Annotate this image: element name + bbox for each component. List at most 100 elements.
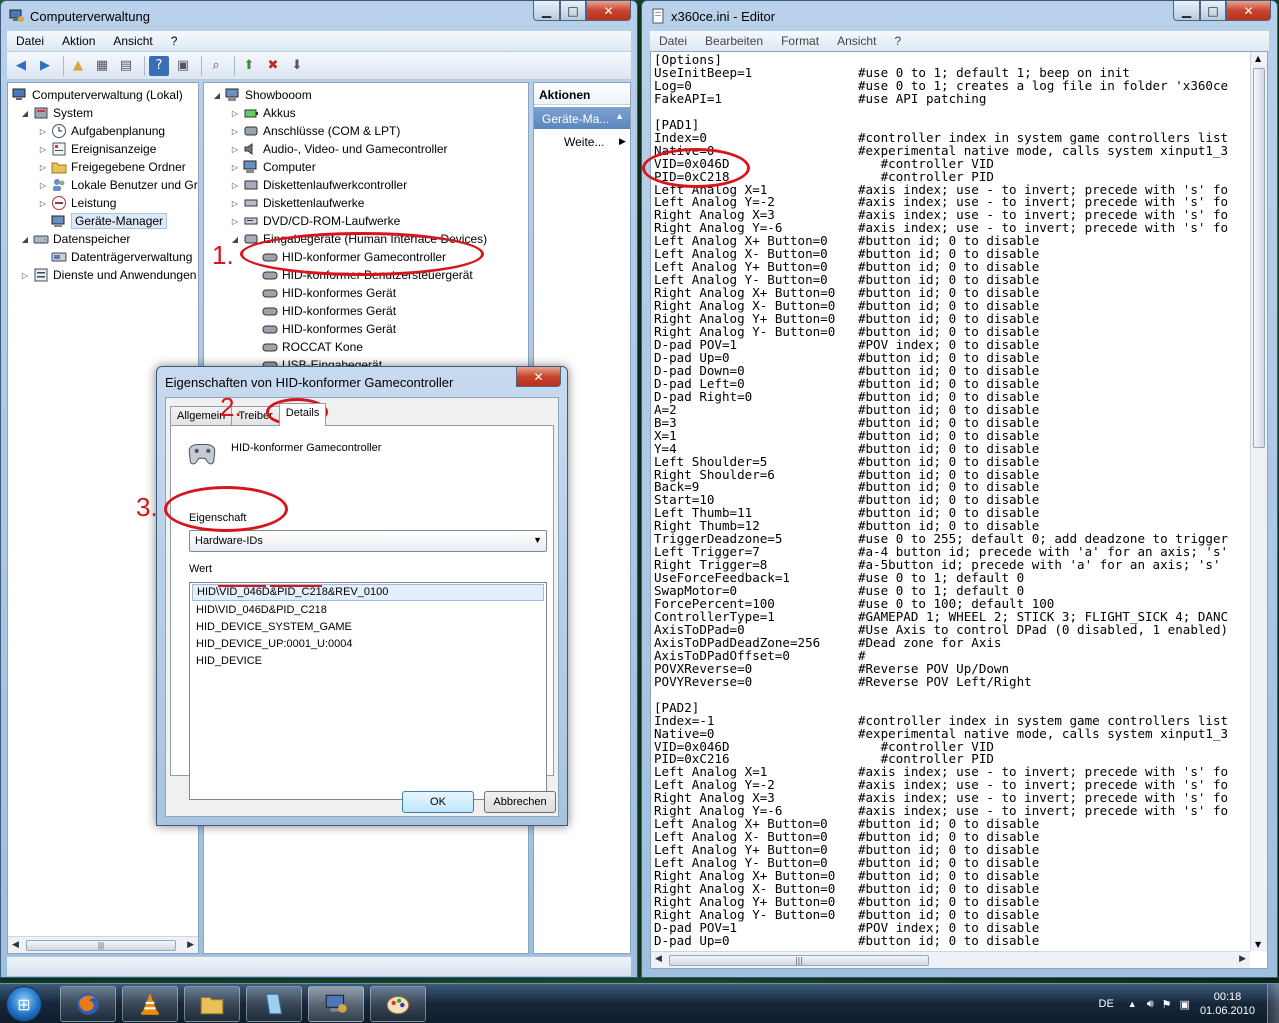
- scroll-left-arrow-icon[interactable]: ◀: [12, 939, 19, 950]
- tab-details[interactable]: Details: [278, 403, 327, 426]
- device-category-akkus[interactable]: ▷ Akkus: [230, 104, 296, 122]
- expand-triangle-icon[interactable]: ◢: [20, 109, 30, 118]
- expand-triangle-icon[interactable]: ▷: [230, 181, 240, 190]
- text-editor[interactable]: [Options] UseInitBeep=1 #use 0 to 1; def…: [650, 51, 1268, 969]
- expand-triangle-icon[interactable]: ▷: [230, 163, 240, 172]
- close-button[interactable]: ✕: [1226, 1, 1271, 21]
- tree-item-leistung[interactable]: ▷ Leistung: [38, 194, 116, 212]
- export-list-icon[interactable]: ▤: [116, 56, 136, 76]
- expand-triangle-icon[interactable]: ▷: [230, 217, 240, 226]
- expand-triangle-icon[interactable]: ▷: [38, 145, 48, 154]
- menu-help[interactable]: ?: [885, 34, 910, 48]
- expand-triangle-icon[interactable]: ▷: [230, 127, 240, 136]
- list-item[interactable]: HID\VID_046D&PID_C218: [190, 602, 546, 619]
- horizontal-scrollbar[interactable]: ◀ ||| ▶: [8, 936, 198, 953]
- tree-item-system[interactable]: ◢ System: [20, 104, 93, 122]
- show-action-pane-icon[interactable]: ▣: [173, 56, 193, 76]
- volume-icon[interactable]: 🔊︎: [1147, 998, 1154, 1011]
- scroll-up-arrow-icon[interactable]: ▲: [1255, 54, 1261, 63]
- tree-item-lokale-benutzer[interactable]: ▷ Lokale Benutzer und Gr: [38, 176, 198, 194]
- value-listbox[interactable]: HID\VID_046D&PID_C218&REV_0100 HID\VID_0…: [189, 582, 547, 800]
- menu-datei[interactable]: Datei: [650, 34, 696, 48]
- menu-format[interactable]: Format: [772, 34, 828, 48]
- device-category-floppy-drives[interactable]: ▷ Diskettenlaufwerke: [230, 194, 364, 212]
- expand-triangle-icon[interactable]: ▷: [38, 127, 48, 136]
- show-hide-tree-icon[interactable]: ▦: [92, 56, 112, 76]
- scroll-right-arrow-icon[interactable]: ▶: [187, 939, 194, 950]
- scrollbar-thumb[interactable]: |||: [669, 955, 929, 966]
- scrollbar-thumb[interactable]: [1253, 68, 1265, 448]
- menu-help[interactable]: ?: [162, 34, 187, 48]
- device-tree-root[interactable]: ◢ Showbooom: [212, 86, 312, 104]
- device-category-audio-video[interactable]: ▷ Audio-, Video- und Gamecontroller: [230, 140, 448, 158]
- tree-item-freigegebene-ordner[interactable]: ▷ Freigegebene Ordner: [38, 158, 186, 176]
- collapse-arrow-icon[interactable]: ▲: [615, 111, 624, 121]
- property-select[interactable]: Hardware-IDs ▼: [189, 530, 547, 552]
- device-category-computer[interactable]: ▷ Computer: [230, 158, 316, 176]
- dialog-close-button[interactable]: ✕: [516, 367, 561, 387]
- show-desktop-button[interactable]: [1267, 984, 1279, 1023]
- device-roccat-kone[interactable]: ROCCAT Kone: [262, 338, 363, 356]
- show-hidden-icons-icon[interactable]: ▲: [1128, 999, 1137, 1009]
- help-icon[interactable]: ?: [149, 55, 169, 76]
- tree-item-dienste-anwendungen[interactable]: ▷ Dienste und Anwendungen: [20, 266, 197, 284]
- back-arrow-icon[interactable]: ◀: [11, 56, 31, 76]
- expand-triangle-icon[interactable]: ◢: [20, 235, 30, 244]
- list-item[interactable]: HID_DEVICE_SYSTEM_GAME: [190, 619, 546, 636]
- disable-device-icon[interactable]: ⬇: [287, 56, 307, 76]
- scrollbar-thumb[interactable]: |||: [26, 940, 176, 951]
- device-category-ports[interactable]: ▷ Anschlüsse (COM & LPT): [230, 122, 400, 140]
- tree-item-geraete-manager[interactable]: Geräte-Manager: [51, 212, 168, 230]
- device-hid-geraet-3[interactable]: HID-konformes Gerät: [262, 320, 396, 338]
- vertical-scrollbar[interactable]: ▲ ▼: [1250, 52, 1267, 951]
- scroll-left-arrow-icon[interactable]: ◀: [655, 954, 662, 964]
- expand-triangle-icon[interactable]: ▷: [230, 145, 240, 154]
- minimize-button[interactable]: ▁: [533, 1, 560, 21]
- list-item[interactable]: HID_DEVICE: [190, 653, 546, 670]
- menu-datei[interactable]: Datei: [7, 34, 53, 48]
- actions-more[interactable]: Weite... ▶: [564, 135, 626, 149]
- ok-button[interactable]: OK: [402, 791, 474, 813]
- expand-triangle-icon[interactable]: ◢: [212, 91, 222, 100]
- uninstall-icon[interactable]: ✖: [263, 56, 283, 76]
- tree-item-computerverwaltung[interactable]: Computerverwaltung (Lokal): [12, 86, 183, 104]
- expand-triangle-icon[interactable]: ▷: [20, 271, 30, 280]
- expand-triangle-icon[interactable]: ▷: [38, 199, 48, 208]
- expand-triangle-icon[interactable]: ▷: [230, 109, 240, 118]
- tree-item-datenspeicher[interactable]: ◢ Datenspeicher: [20, 230, 130, 248]
- taskbar-firefox[interactable]: [60, 986, 116, 1022]
- clock[interactable]: 00:18 01.06.2010: [1200, 990, 1255, 1018]
- menu-aktion[interactable]: Aktion: [53, 34, 104, 48]
- tree-item-aufgabenplanung[interactable]: ▷ Aufgabenplanung: [38, 122, 165, 140]
- language-indicator[interactable]: DE: [1099, 998, 1114, 1010]
- scan-hardware-icon[interactable]: ⌕: [206, 56, 226, 76]
- maximize-button[interactable]: □: [560, 1, 586, 21]
- dialog-title-bar[interactable]: Eigenschaften von HID-konformer Gamecont…: [157, 367, 567, 397]
- taskbar-computer-management[interactable]: [308, 986, 364, 1022]
- actions-geraete-manager[interactable]: Geräte-Ma... ▲: [534, 107, 630, 129]
- device-hid-geraet-1[interactable]: HID-konformes Gerät: [262, 284, 396, 302]
- menu-bearbeiten[interactable]: Bearbeiten: [696, 34, 772, 48]
- taskbar-notepad[interactable]: [246, 986, 302, 1022]
- tree-item-datentraegerverwaltung[interactable]: Datenträgerverwaltung: [51, 248, 192, 266]
- menu-ansicht[interactable]: Ansicht: [828, 34, 885, 48]
- cancel-button[interactable]: Abbrechen: [484, 791, 556, 813]
- device-category-floppy-controller[interactable]: ▷ Diskettenlaufwerkcontroller: [230, 176, 407, 194]
- taskbar-vlc[interactable]: [122, 986, 178, 1022]
- scroll-down-arrow-icon[interactable]: ▼: [1255, 940, 1261, 949]
- menu-ansicht[interactable]: Ansicht: [104, 34, 161, 48]
- update-driver-icon[interactable]: ⬆: [239, 56, 259, 76]
- taskbar-paint[interactable]: [370, 986, 426, 1022]
- expand-triangle-icon[interactable]: ▷: [38, 163, 48, 172]
- up-folder-icon[interactable]: ▲: [68, 56, 88, 76]
- start-button[interactable]: ⊞: [6, 986, 42, 1022]
- expand-triangle-icon[interactable]: ▷: [38, 181, 48, 190]
- minimize-button[interactable]: ▁: [1173, 1, 1200, 21]
- horizontal-scrollbar[interactable]: ◀ ||| ▶: [651, 951, 1250, 968]
- dropdown-arrow-icon[interactable]: ▼: [533, 535, 542, 545]
- taskbar-explorer[interactable]: [184, 986, 240, 1022]
- device-category-dvd[interactable]: ▷ DVD/CD-ROM-Laufwerke: [230, 212, 400, 230]
- list-item[interactable]: HID_DEVICE_UP:0001_U:0004: [190, 636, 546, 653]
- maximize-button[interactable]: □: [1200, 1, 1226, 21]
- tree-item-ereignisanzeige[interactable]: ▷ Ereignisanzeige: [38, 140, 156, 158]
